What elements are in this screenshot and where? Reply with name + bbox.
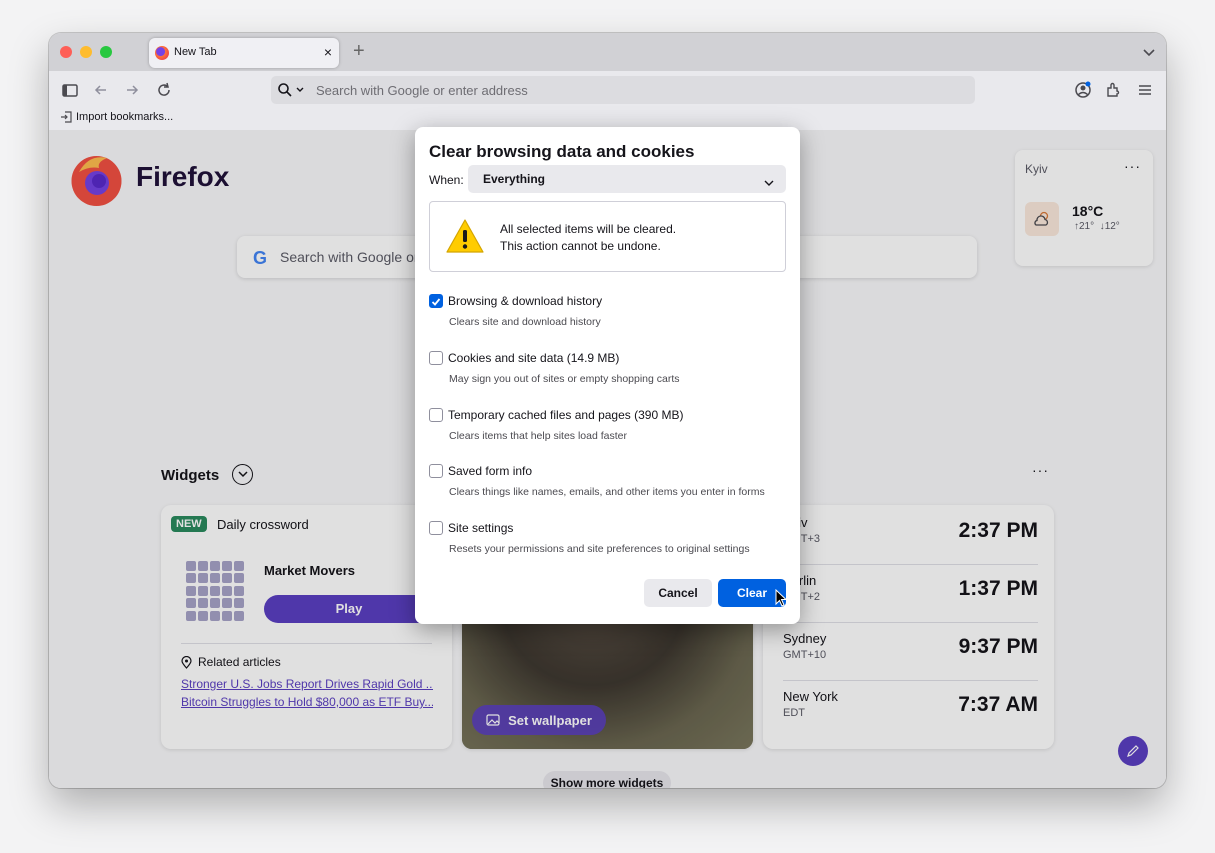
tab-title: New Tab bbox=[174, 46, 217, 58]
minimize-window-button[interactable] bbox=[80, 46, 92, 58]
option-label: Site settings bbox=[448, 521, 514, 535]
firefox-favicon-icon bbox=[155, 46, 169, 60]
option-description: Resets your permissions and site prefere… bbox=[449, 543, 750, 555]
import-bookmarks-label: Import bookmarks... bbox=[76, 111, 174, 123]
reload-icon[interactable] bbox=[154, 80, 174, 100]
option-description: May sign you out of sites or empty shopp… bbox=[449, 373, 680, 385]
checkbox-checked[interactable] bbox=[429, 294, 443, 308]
import-icon bbox=[61, 111, 72, 123]
clear-data-dialog: Clear browsing data and cookies When: Ev… bbox=[415, 127, 800, 624]
option-form-info[interactable]: Saved form info Clears things like names… bbox=[429, 462, 786, 512]
option-description: Clears site and download history bbox=[449, 316, 601, 328]
checkbox[interactable] bbox=[429, 521, 443, 535]
close-window-button[interactable] bbox=[60, 46, 72, 58]
search-engine-icon[interactable] bbox=[277, 82, 307, 103]
mouse-cursor-icon bbox=[775, 589, 787, 607]
new-tab-button[interactable]: + bbox=[353, 41, 365, 61]
checkmark-icon bbox=[431, 298, 441, 306]
menu-icon[interactable] bbox=[1135, 80, 1155, 100]
option-site-settings[interactable]: Site settings Resets your permissions an… bbox=[429, 519, 786, 569]
warning-box: All selected items will be cleared. This… bbox=[429, 201, 786, 272]
account-icon[interactable] bbox=[1073, 80, 1093, 100]
cancel-button[interactable]: Cancel bbox=[644, 579, 712, 607]
zoom-window-button[interactable] bbox=[100, 46, 112, 58]
address-input[interactable]: Search with Google or enter address bbox=[316, 83, 528, 98]
warning-line-2: This action cannot be undone. bbox=[500, 239, 661, 253]
tab-strip: New Tab × + bbox=[49, 33, 1166, 71]
when-label: When: bbox=[429, 173, 464, 187]
checkbox[interactable] bbox=[429, 351, 443, 365]
sidebar-icon[interactable] bbox=[60, 80, 80, 100]
warning-icon bbox=[446, 219, 484, 253]
forward-icon[interactable] bbox=[122, 80, 142, 100]
option-description: Clears items that help sites load faster bbox=[449, 430, 627, 442]
back-icon[interactable] bbox=[91, 80, 111, 100]
option-browsing-history[interactable]: Browsing & download history Clears site … bbox=[429, 292, 786, 342]
import-bookmarks-button[interactable]: Import bookmarks... bbox=[60, 111, 173, 123]
option-label: Browsing & download history bbox=[448, 294, 603, 308]
tab-close-icon[interactable]: × bbox=[324, 44, 332, 60]
when-dropdown[interactable]: Everything bbox=[468, 165, 786, 193]
address-bar[interactable]: Search with Google or enter address bbox=[271, 76, 975, 104]
option-cookies[interactable]: Cookies and site data (14.9 MB) May sign… bbox=[429, 349, 786, 399]
warning-line-1: All selected items will be cleared. bbox=[500, 222, 677, 236]
tab-new-tab[interactable]: New Tab × bbox=[149, 38, 339, 68]
checkbox[interactable] bbox=[429, 464, 443, 478]
chevron-down-icon bbox=[764, 174, 774, 192]
list-all-tabs-icon[interactable] bbox=[1142, 45, 1156, 63]
option-cache[interactable]: Temporary cached files and pages (390 MB… bbox=[429, 406, 786, 456]
when-selected-value: Everything bbox=[483, 172, 546, 186]
nav-toolbar: Search with Google or enter address bbox=[49, 71, 1166, 108]
checkbox[interactable] bbox=[429, 408, 443, 422]
dialog-title: Clear browsing data and cookies bbox=[429, 142, 695, 161]
extensions-icon[interactable] bbox=[1104, 80, 1124, 100]
option-label: Saved form info bbox=[448, 464, 533, 478]
option-label: Temporary cached files and pages (390 MB… bbox=[448, 408, 684, 422]
option-description: Clears things like names, emails, and ot… bbox=[449, 486, 765, 498]
option-label: Cookies and site data (14.9 MB) bbox=[448, 351, 620, 365]
